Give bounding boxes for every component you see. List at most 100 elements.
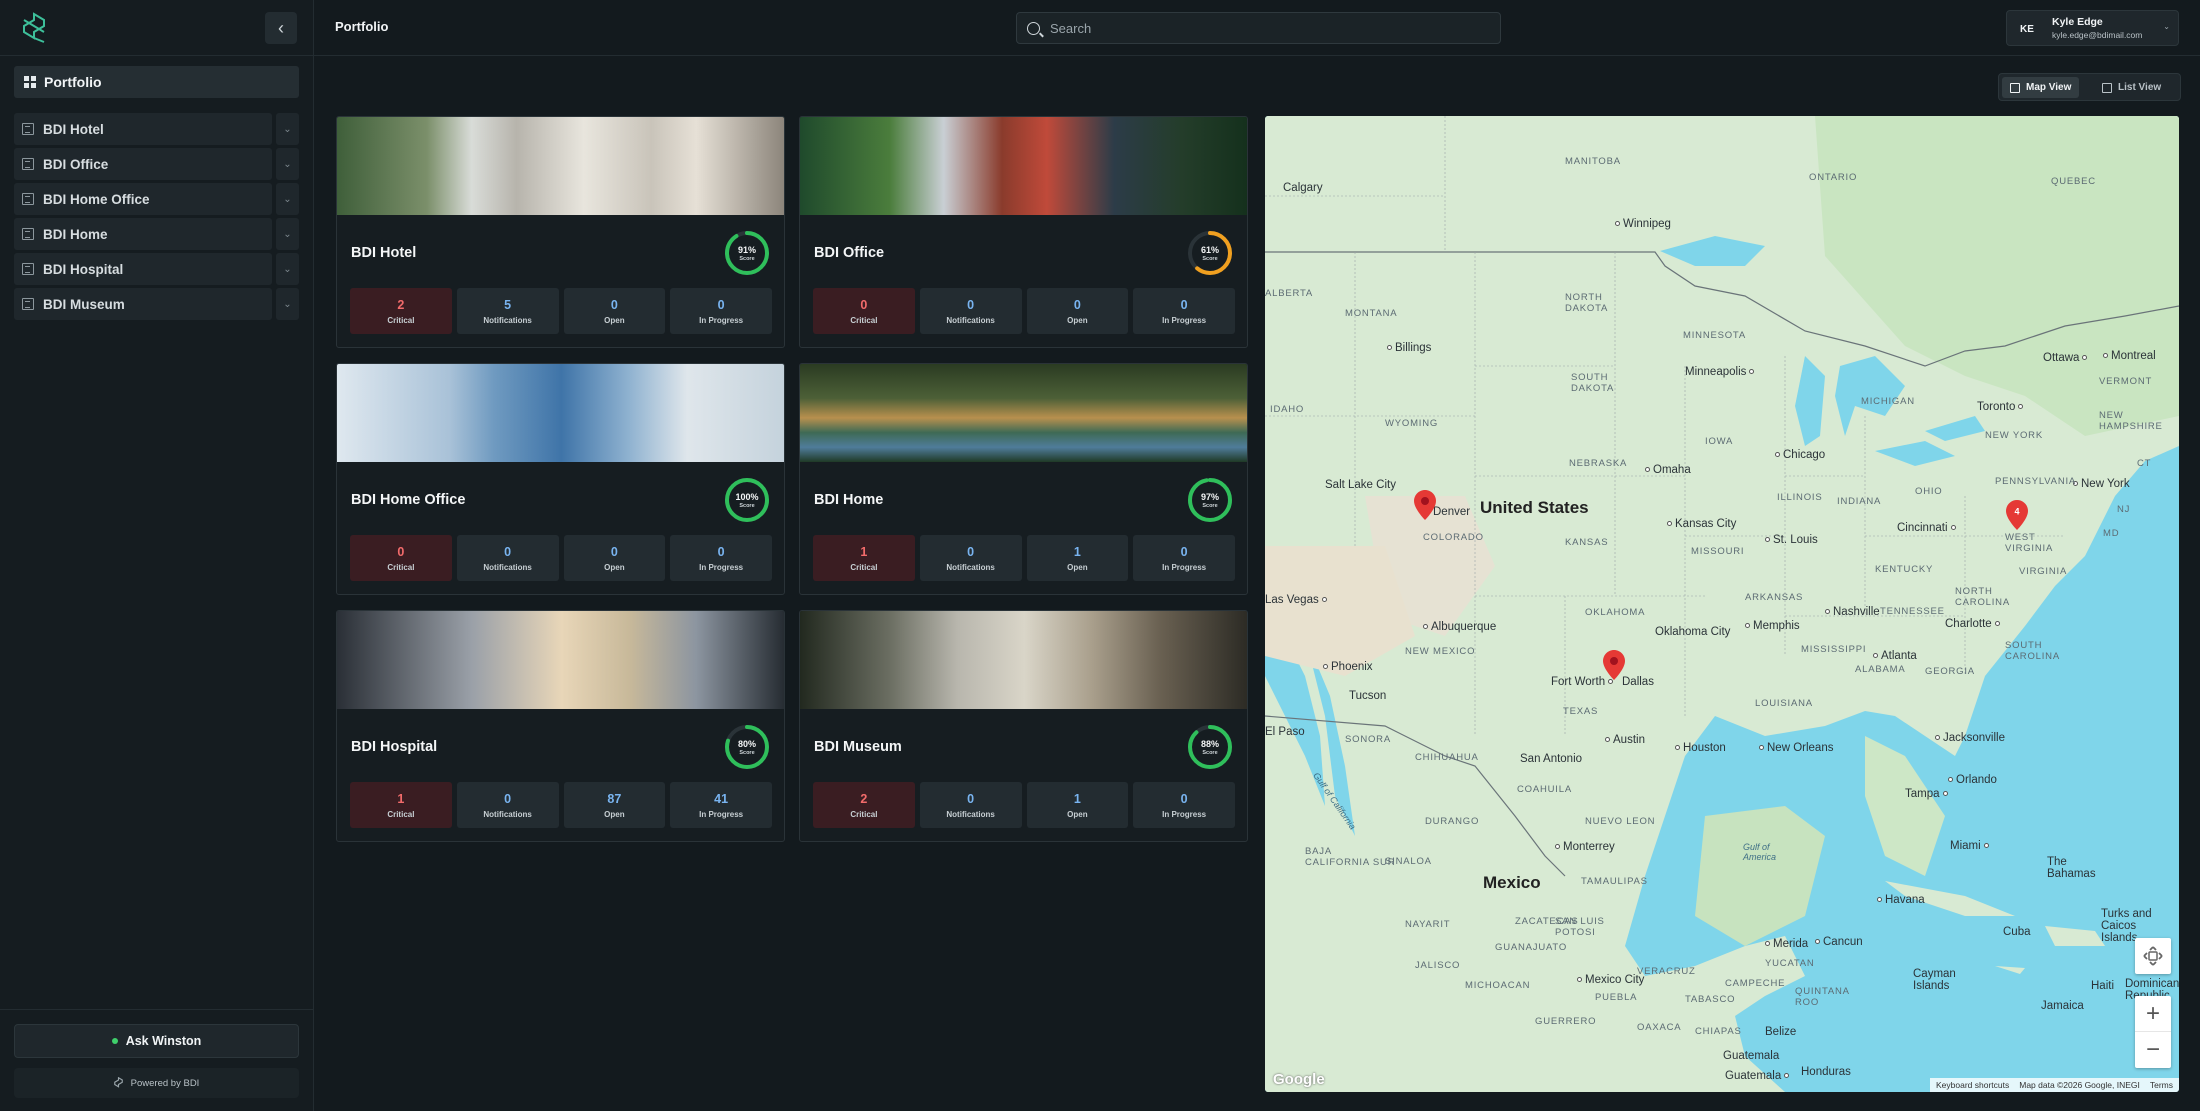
map-label: Omaha: [1645, 464, 1691, 476]
location-pin-icon[interactable]: [1414, 490, 1436, 520]
building-card[interactable]: BDI Home Office 100% Score 0 Critical 0 No…: [336, 363, 785, 595]
expand-bdi-museum-button[interactable]: ⌄: [276, 288, 299, 320]
building-card[interactable]: BDI Home 97% Score 1 Critical 0 Notificati…: [799, 363, 1248, 595]
critical-stat[interactable]: 1 Critical: [350, 782, 452, 828]
map-label: Cancun: [1815, 936, 1863, 948]
critical-count: 1: [397, 792, 405, 806]
in-progress-stat[interactable]: 0 In Progress: [670, 535, 772, 581]
in-progress-stat[interactable]: 0 In Progress: [670, 288, 772, 334]
portfolio-map[interactable]: ONTARIO QUEBEC MANITOBA Calgary Winnipeg…: [1265, 116, 2179, 1092]
notifications-stat[interactable]: 0 Notifications: [919, 535, 1022, 581]
bdi-logo-icon[interactable]: [22, 12, 46, 44]
map-label: YUCATAN: [1765, 958, 1815, 969]
notifications-stat[interactable]: 0 Notifications: [456, 782, 559, 828]
chevron-down-icon: ⌄: [283, 263, 292, 275]
open-count: 1: [1073, 545, 1081, 559]
critical-stat[interactable]: 1 Critical: [813, 535, 915, 581]
open-stat[interactable]: 87 Open: [563, 782, 666, 828]
view-toggle: Map View List View: [1998, 73, 2181, 101]
critical-stat[interactable]: 0 Critical: [813, 288, 915, 334]
critical-stat[interactable]: 2 Critical: [350, 288, 452, 334]
open-label: Open: [1067, 810, 1088, 819]
bdi-logo-icon: [113, 1077, 123, 1088]
list-icon: [2102, 82, 2112, 93]
ask-winston-button[interactable]: Ask Winston: [14, 1024, 299, 1058]
stats-row: 1 Critical 0 Notifications 87 Open 41 In Pro…: [350, 782, 772, 828]
map-label: BAJA CALIFORNIA SUR: [1305, 846, 1396, 868]
stats-row: 2 Critical 0 Notifications 1 Open 0 In Progr…: [813, 782, 1235, 828]
user-menu[interactable]: KE Kyle Edge kyle.edge@bdimail.com ⌄: [2006, 10, 2179, 46]
notifications-stat[interactable]: 5 Notifications: [456, 288, 559, 334]
building-card[interactable]: BDI Hotel 91% Score 2 Critical 5 Notificat…: [336, 116, 785, 348]
open-stat[interactable]: 1 Open: [1026, 782, 1129, 828]
keyboard-shortcuts-link[interactable]: Keyboard shortcuts: [1936, 1080, 2009, 1090]
sidebar-item-portfolio[interactable]: Portfolio: [14, 66, 299, 98]
sidebar-item-bdi-hotel[interactable]: BDI Hotel: [14, 113, 272, 145]
map-label: LOUISIANA: [1755, 698, 1813, 709]
map-label: SAN LUIS POTOSI: [1555, 916, 1605, 938]
notifications-label: Notifications: [946, 316, 995, 325]
notifications-stat[interactable]: 0 Notifications: [919, 782, 1022, 828]
open-label: Open: [604, 563, 625, 572]
list-view-button[interactable]: List View: [2094, 77, 2169, 98]
cluster-pin-icon[interactable]: 4: [2006, 500, 2028, 530]
chevron-down-icon: ⌄: [2163, 22, 2170, 31]
notifications-label: Notifications: [946, 563, 995, 572]
critical-stat[interactable]: 2 Critical: [813, 782, 915, 828]
in-progress-stat[interactable]: 0 In Progress: [1133, 782, 1235, 828]
expand-bdi-home-button[interactable]: ⌄: [276, 218, 299, 250]
map-label: Guatemala: [1725, 1070, 1792, 1082]
score-value: 97%: [1200, 492, 1219, 502]
location-pin-icon[interactable]: [1603, 650, 1625, 680]
open-stat[interactable]: 0 Open: [563, 535, 666, 581]
open-stat[interactable]: 1 Open: [1026, 535, 1129, 581]
map-label: Jamaica: [2041, 1000, 2084, 1012]
ask-winston-label: Ask Winston: [125, 1034, 202, 1048]
critical-stat[interactable]: 0 Critical: [350, 535, 452, 581]
in-progress-count: 41: [714, 792, 729, 806]
sidebar-item-bdi-home[interactable]: BDI Home: [14, 218, 272, 250]
expand-bdi-home-office-button[interactable]: ⌄: [276, 183, 299, 215]
collapse-sidebar-button[interactable]: ‹: [265, 12, 297, 44]
map-label: CHIHUAHUA: [1415, 752, 1479, 763]
notifications-stat[interactable]: 0 Notifications: [456, 535, 559, 581]
map-label: Winnipeg: [1615, 218, 1671, 230]
map-base: [1265, 116, 2179, 1092]
open-count: 0: [1073, 298, 1081, 312]
search-box[interactable]: [1016, 12, 1501, 44]
fullscreen-button[interactable]: [2135, 938, 2171, 974]
in-progress-count: 0: [1180, 298, 1188, 312]
notifications-count: 0: [504, 545, 512, 559]
map-label: ARKANSAS: [1745, 592, 1804, 603]
notifications-stat[interactable]: 0 Notifications: [919, 288, 1022, 334]
expand-bdi-hospital-button[interactable]: ⌄: [276, 253, 299, 285]
critical-count: 2: [397, 298, 405, 312]
open-stat[interactable]: 0 Open: [1026, 288, 1129, 334]
zoom-out-button[interactable]: −: [2135, 1032, 2171, 1068]
building-card[interactable]: BDI Museum 88% Score 2 Critical 0 Notifica…: [799, 610, 1248, 842]
open-stat[interactable]: 0 Open: [563, 288, 666, 334]
search-input[interactable]: [1050, 20, 1470, 36]
zoom-in-button[interactable]: +: [2135, 996, 2171, 1032]
map-view-button[interactable]: Map View: [2002, 77, 2080, 98]
map-label: SOUTH DAKOTA: [1571, 372, 1615, 394]
sidebar-item-bdi-office[interactable]: BDI Office: [14, 148, 272, 180]
map-label: DURANGO: [1425, 816, 1480, 827]
in-progress-stat[interactable]: 0 In Progress: [1133, 288, 1235, 334]
status-dot-icon: [111, 1038, 118, 1044]
building-icon: [22, 263, 34, 275]
in-progress-stat[interactable]: 41 In Progress: [670, 782, 772, 828]
sidebar-item-bdi-hospital[interactable]: BDI Hospital: [14, 253, 272, 285]
building-card[interactable]: BDI Hospital 80% Score 1 Critical 0 Notifi…: [336, 610, 785, 842]
terms-link[interactable]: Terms: [2150, 1080, 2173, 1090]
map-label: Mexico City: [1577, 974, 1644, 986]
building-card[interactable]: BDI Office 61% Score 0 Critical 0 Notifica…: [799, 116, 1248, 348]
map-label: INDIANA: [1837, 496, 1882, 507]
sidebar-item-bdi-museum[interactable]: BDI Museum: [14, 288, 272, 320]
in-progress-stat[interactable]: 0 In Progress: [1133, 535, 1235, 581]
expand-bdi-hotel-button[interactable]: ⌄: [276, 113, 299, 145]
map-label: Tucson: [1349, 690, 1387, 702]
expand-bdi-office-button[interactable]: ⌄: [276, 148, 299, 180]
sidebar-item-bdi-home-office[interactable]: BDI Home Office: [14, 183, 272, 215]
map-label: CT: [2137, 458, 2152, 469]
